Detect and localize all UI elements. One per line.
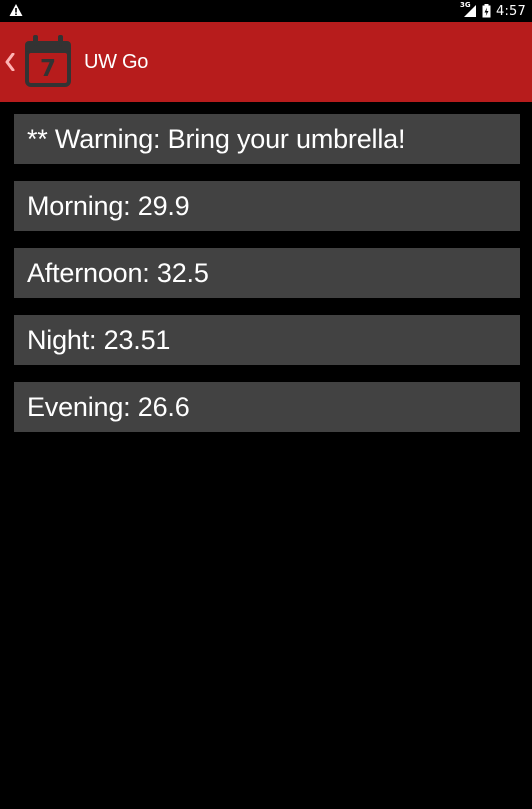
up-navigation-button[interactable]: 7 <box>0 22 77 102</box>
list-item-night[interactable]: Night: 23.51 <box>14 315 520 365</box>
warning-icon <box>9 4 23 16</box>
calendar-day-number: 7 <box>39 56 56 82</box>
app-title: UW Go <box>84 50 149 73</box>
status-icons: 3G 4:57 <box>460 1 526 21</box>
list-item-text: Afternoon: 32.5 <box>27 257 209 288</box>
list-item-afternoon[interactable]: Afternoon: 32.5 <box>14 248 520 298</box>
app-calendar-icon: 7 <box>19 33 77 91</box>
forecast-list: ** Warning: Bring your umbrella! Morning… <box>14 114 520 449</box>
list-item-text: Night: 23.51 <box>27 324 171 355</box>
list-item-text: Morning: 29.9 <box>27 190 190 221</box>
list-item-text: ** Warning: Bring your umbrella! <box>27 123 406 154</box>
action-bar: 7 UW Go <box>0 22 532 102</box>
status-clock: 4:57 <box>496 3 526 19</box>
list-item-text: Evening: 26.6 <box>27 391 190 422</box>
battery-icon <box>482 4 491 18</box>
app-screen: 3G 4:57 7 UW Go ** Warning: Bring your u… <box>0 0 532 809</box>
chevron-left-icon <box>5 53 15 71</box>
list-item-warning[interactable]: ** Warning: Bring your umbrella! <box>14 114 520 164</box>
list-item-evening[interactable]: Evening: 26.6 <box>14 382 520 432</box>
list-item-morning[interactable]: Morning: 29.9 <box>14 181 520 231</box>
cell-signal-icon: 3G <box>460 1 477 18</box>
status-bar: 3G 4:57 <box>0 0 532 22</box>
